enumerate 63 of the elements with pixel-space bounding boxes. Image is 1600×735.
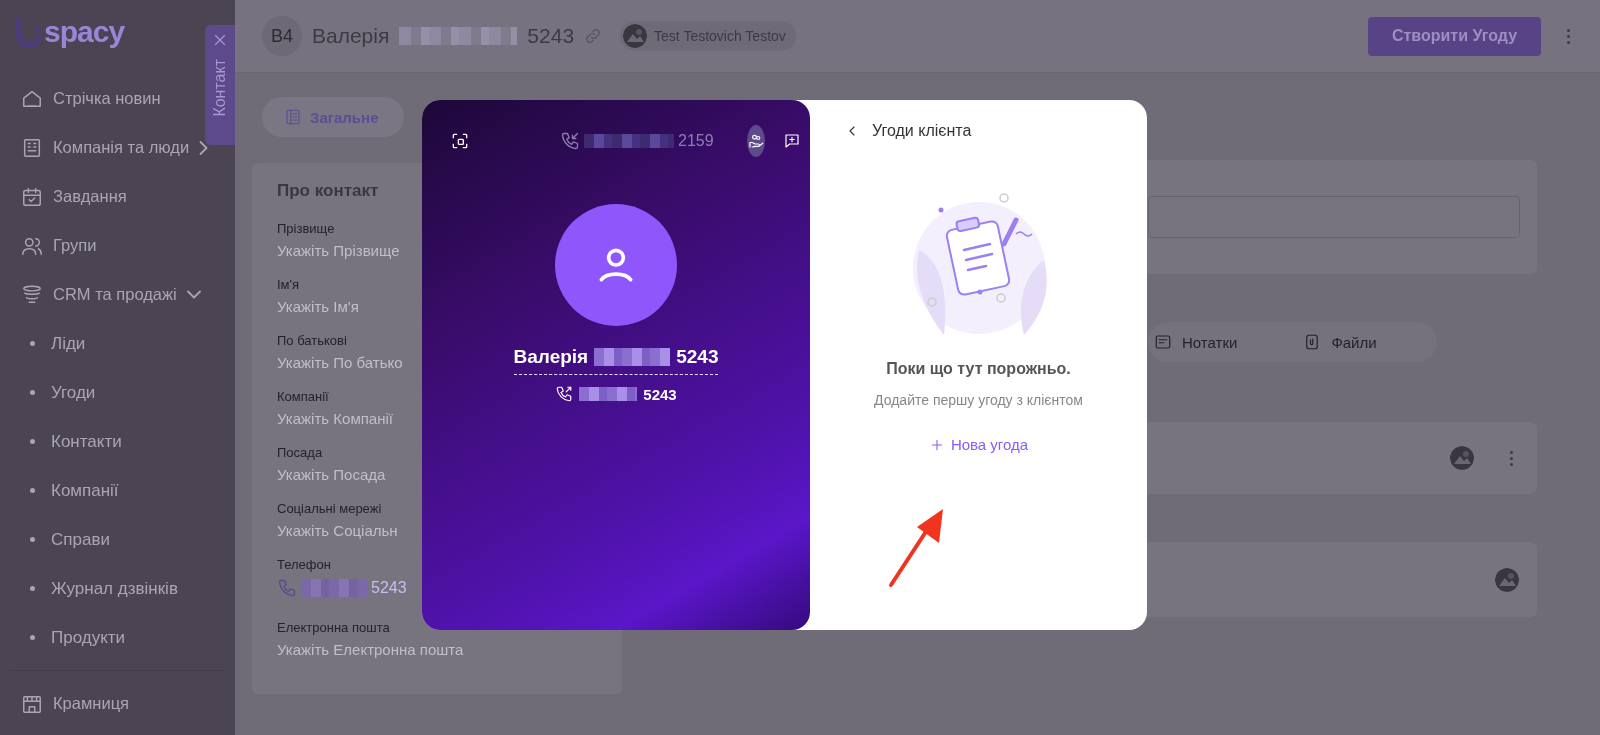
field-placeholder[interactable]: Укажіть Компанії — [277, 410, 393, 427]
pixelated-mask — [301, 579, 367, 597]
create-deal-button[interactable]: Створити Угоду — [1368, 16, 1541, 56]
field-placeholder[interactable]: Укажіть По батько — [277, 354, 403, 371]
card-title: Про контакт — [277, 181, 380, 201]
list-icon — [284, 108, 302, 126]
input-field[interactable] — [1148, 196, 1520, 238]
nav-item[interactable]: Компанія та люди — [0, 123, 204, 172]
field-placeholder[interactable]: Укажіть Електронна пошта — [277, 641, 464, 658]
empty-title: Поки що тут порожньо. — [886, 360, 1071, 378]
field-label: По батькові — [277, 333, 347, 348]
nav-subitem[interactable]: Компанії — [0, 466, 235, 515]
phone-number-link[interactable]: 5243 — [371, 579, 407, 597]
chevron-down-icon — [186, 290, 201, 299]
hand-people-icon — [746, 132, 765, 150]
field-label: Соціальні мережі — [277, 501, 382, 516]
nav-item[interactable]: CRM та продажі — [0, 270, 204, 319]
link-icon — [584, 27, 603, 45]
logo-text: spacy — [44, 15, 125, 49]
field-label: Ім'я — [277, 277, 300, 292]
note-icon — [1154, 333, 1172, 351]
outgoing-call-icon — [555, 385, 574, 403]
nav-subitem[interactable]: Продукти — [0, 613, 235, 662]
screen-capture-icon — [450, 131, 470, 151]
nav-item[interactable]: Завдання — [0, 172, 204, 221]
nav-subitem[interactable]: Угоди — [0, 368, 235, 417]
field-label: Прізвище — [277, 221, 335, 236]
tab[interactable]: Нотатки — [1148, 333, 1298, 351]
caller-name[interactable]: Валерія 5243 — [513, 346, 719, 375]
contact-digits: 5243 — [527, 24, 575, 48]
nav-item[interactable]: Крамниця — [0, 679, 204, 728]
incoming-call-icon — [560, 131, 580, 151]
phone-icon — [277, 578, 297, 598]
field-placeholder[interactable]: Укажіть Посада — [277, 466, 386, 483]
caller-phone[interactable]: 5243 — [643, 385, 677, 403]
panel-title: Угоди клієнта — [872, 122, 972, 140]
nav-subitem[interactable]: Журнал дзвінків — [0, 564, 235, 613]
tab[interactable]: Файли — [1297, 333, 1437, 351]
deals-button[interactable] — [746, 125, 765, 157]
empty-subtitle: Додайте першу угоду з клієнтом — [874, 392, 1083, 408]
nav-item[interactable]: Стрічка новин — [0, 74, 204, 123]
nav-subitem[interactable]: Контакти — [0, 417, 235, 466]
field-label: Посада — [277, 445, 323, 460]
field-label: Електронна пошта — [277, 620, 390, 635]
pixelated-mask — [579, 387, 638, 401]
field-placeholder[interactable]: Укажіть Соціальн — [277, 522, 398, 539]
nav-subitem[interactable]: Ліди — [0, 319, 235, 368]
field-placeholder[interactable]: Укажіть Ім'я — [277, 298, 359, 315]
side-tab[interactable]: Контакт — [205, 25, 235, 145]
incoming-number: 2159 — [678, 132, 714, 150]
field-label: Телефон — [277, 557, 331, 572]
calendar-icon — [21, 185, 43, 208]
nav-subitem[interactable]: Справи — [0, 515, 235, 564]
add-comment-icon — [782, 132, 801, 150]
building-icon — [21, 136, 43, 159]
field-label: Компанії — [277, 389, 329, 404]
contact-name: Валерія — [312, 24, 390, 48]
new-deal-link[interactable]: Нова угода — [924, 434, 1033, 455]
funnel-icon — [21, 283, 43, 306]
avatar-initials: В4 — [262, 16, 302, 56]
field-placeholder[interactable]: Укажіть Прізвище — [277, 242, 400, 259]
nav-item[interactable]: Групи — [0, 221, 204, 270]
logo-mark-icon — [16, 15, 42, 49]
